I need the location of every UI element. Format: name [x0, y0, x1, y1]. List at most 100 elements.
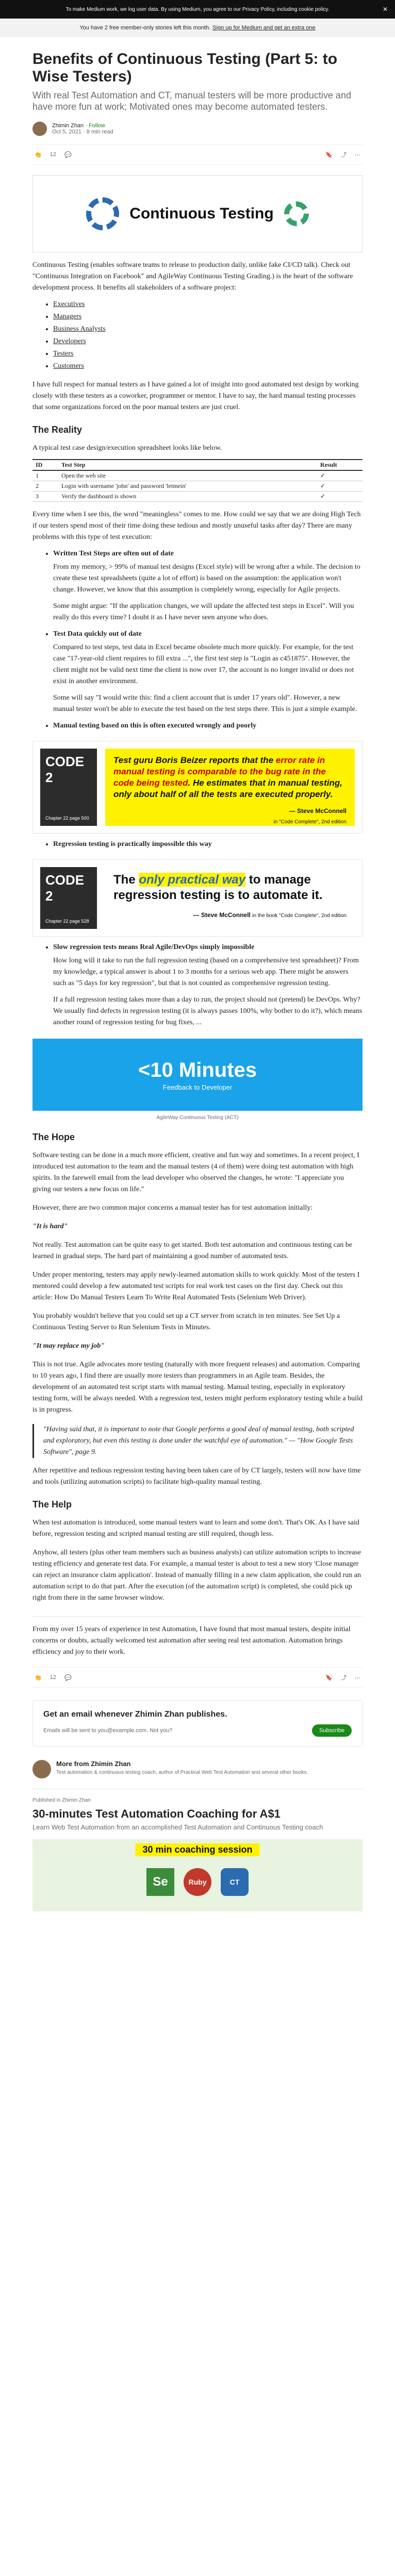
hard-paragraph: You probably wouldn't believe that you c…	[32, 1312, 340, 1331]
close-icon[interactable]: ✕	[383, 6, 388, 13]
quote-text: Test guru Boris Beizer reports that the …	[105, 749, 355, 826]
comment-icon[interactable]: 💬	[64, 1674, 72, 1681]
more-icon[interactable]: ⋯	[355, 1674, 360, 1681]
promo-byline: Published in Zhimin Zhan	[32, 1798, 91, 1803]
every-paragraph: Every time when I see this, the word "me…	[32, 511, 361, 541]
table-row: 3 Verify the dashboard is shown ✓	[32, 491, 363, 502]
list-item: Slow regression tests means Real Agile/D…	[53, 942, 363, 989]
cookie-banner: To make Medium work, we log user data. B…	[0, 0, 395, 19]
blockquote: "Having said that, it is important to no…	[32, 1424, 363, 1458]
clap-count: 12	[50, 151, 56, 158]
email-subscribe-box: Get an email whenever Zhimin Zhan publis…	[32, 1700, 363, 1747]
problem-list: Regression testing is practically imposs…	[53, 839, 363, 850]
avatar[interactable]	[32, 122, 47, 136]
feedback-big-text: <10 Minutes	[138, 1058, 257, 1081]
bookmark-icon[interactable]: 🔖	[325, 1674, 333, 1681]
clap-icon[interactable]: 👏	[35, 151, 42, 158]
action-bar-bottom: 👏 12 💬 🔖 ⤴ ⋯	[32, 1667, 363, 1688]
intro-paragraph: Continuous Testing (enables software tea…	[32, 261, 353, 292]
feedback-small-text: Feedback to Developer	[162, 1083, 233, 1091]
avatar[interactable]	[32, 1760, 51, 1778]
concern-heading: "It is hard"	[32, 1223, 68, 1230]
follow-button[interactable]: Follow	[89, 123, 105, 129]
cookie-banner-text: To make Medium work, we log user data. B…	[65, 6, 330, 12]
list-item: Written Test Steps are often out of date…	[53, 548, 363, 596]
quote-text: The only practical way to manage regress…	[113, 873, 347, 919]
email-box-title: Get an email whenever Zhimin Zhan publis…	[43, 1710, 227, 1719]
section-heading: The Help	[32, 1499, 72, 1510]
hard-paragraph: Not really. Test automation can be quite…	[32, 1241, 352, 1260]
note-paragraph: Some will say "I would write this: find …	[53, 694, 357, 713]
feedback-image: <10 Minutes Feedback to Developer	[32, 1039, 363, 1111]
final-paragraph: From my over 15 years of experience in t…	[32, 1625, 351, 1656]
respect-paragraph: I have full respect for manual testers a…	[32, 381, 359, 411]
job-paragraph: This is not true. Agile advocates more t…	[32, 1361, 363, 1414]
table-row: 2 Login with username 'john' and password…	[32, 481, 363, 492]
selenium-logo: Se	[146, 1868, 174, 1896]
after-paragraph: After repetitive and tedious regression …	[32, 1467, 361, 1486]
list-item[interactable]: Executives	[53, 299, 363, 310]
list-item: Test Data quickly out of date Compared t…	[53, 629, 363, 687]
note-paragraph: Some might argue: "If the application ch…	[53, 602, 354, 621]
more-icon[interactable]: ⋯	[355, 151, 360, 158]
quote-image: CODE 2 Chapter 22 page 528 The only prac…	[32, 859, 363, 937]
promo-image: 30 min coaching session Se Ruby CT	[32, 1839, 363, 1911]
help-paragraph: When test automation is introduced, some…	[32, 1519, 359, 1538]
share-icon[interactable]: ⤴	[341, 150, 347, 159]
comment-icon[interactable]: 💬	[64, 151, 72, 158]
author-name[interactable]: Zhimin Zhan	[52, 123, 84, 129]
concern-heading: "It may replace my job"	[32, 1342, 105, 1350]
more-from-title[interactable]: More from Zhimin Zhan	[56, 1760, 308, 1768]
author-row: Zhimin Zhan · Follow Oct 5, 2021 · 8 min…	[32, 122, 363, 136]
list-item[interactable]: Customers	[53, 361, 363, 372]
gear-icon	[284, 201, 309, 226]
test-case-table: ID Test Step Result 1 Open the web site ✓ …	[32, 459, 363, 502]
problem-list: Written Test Steps are often out of date…	[53, 548, 363, 596]
list-item[interactable]: Testers	[53, 348, 363, 360]
list-item[interactable]: Developers	[53, 336, 363, 347]
gear-icon	[86, 197, 120, 230]
list-item[interactable]: Managers	[53, 311, 363, 323]
promo-card[interactable]: Published in Zhimin Zhan 30-minutes Test…	[32, 1789, 363, 1911]
list-item: Manual testing based on this is often ex…	[53, 720, 363, 732]
ruby-logo: Ruby	[184, 1868, 211, 1896]
table-header: ID	[32, 459, 58, 471]
promo-banner: 30 min coaching session	[135, 1843, 260, 1856]
more-from-author: More from Zhimin Zhan Test automation & …	[32, 1760, 363, 1778]
action-bar: 👏 12 💬 🔖 ⤴ ⋯	[32, 144, 363, 165]
clap-count: 12	[50, 1674, 56, 1681]
clap-icon[interactable]: 👏	[35, 1674, 42, 1681]
table-header: Result	[317, 459, 363, 471]
table-row: 1 Open the web site ✓	[32, 470, 363, 481]
bookmark-icon[interactable]: 🔖	[325, 151, 333, 158]
hero-image: Continuous Testing	[32, 175, 363, 252]
article-title: Benefits of Continuous Testing (Part 5: …	[32, 50, 338, 85]
quote-image: CODE 2 Chapter 22 page 500 Test guru Bor…	[32, 741, 363, 834]
book-cover: CODE 2 Chapter 22 page 528	[40, 867, 97, 929]
image-caption: AgileWay Continuous Testing (ACT)	[156, 1115, 239, 1121]
book-cover: CODE 2 Chapter 22 page 500	[40, 749, 97, 826]
help-paragraph: Anyhow, all testers (plus other team mem…	[32, 1549, 361, 1602]
reality-paragraph: A typical test case design/execution spr…	[32, 444, 222, 452]
signup-link[interactable]: Sign up for Medium and get an extra one	[212, 25, 315, 31]
table-header: Test Step	[58, 459, 317, 471]
ct-logo: CT	[221, 1868, 249, 1896]
promo-desc: Learn Web Test Automation from an accomp…	[32, 1823, 323, 1831]
hard-paragraph: Under proper mentoring, testers may appl…	[32, 1271, 360, 1301]
article: Benefits of Continuous Testing (Part 5: …	[32, 50, 363, 1911]
problem-list: Test Data quickly out of date Compared t…	[53, 629, 363, 687]
more-from-desc: Test automation & continuous testing coa…	[56, 1770, 308, 1775]
email-note: Emails will be sent to you@example.com. …	[43, 1727, 173, 1734]
stakeholder-list: Executives Managers Business Analysts De…	[53, 299, 363, 372]
section-heading: The Hope	[32, 1132, 75, 1142]
subscribe-button[interactable]: Subscribe	[312, 1724, 352, 1737]
problem-list: Manual testing based on this is often ex…	[53, 720, 363, 732]
share-icon[interactable]: ⤴	[341, 1673, 347, 1682]
article-subtitle: With real Test Automation and CT, manual…	[32, 90, 351, 112]
list-item: Regression testing is practically imposs…	[53, 839, 363, 850]
hope-paragraph: However, there are two common major conc…	[32, 1204, 313, 1212]
list-item[interactable]: Business Analysts	[53, 324, 363, 335]
promo-title[interactable]: 30-minutes Test Automation Coaching for …	[32, 1807, 363, 1821]
note-paragraph: If a full regression testing takes more …	[53, 996, 363, 1026]
section-heading: The Reality	[32, 425, 83, 435]
